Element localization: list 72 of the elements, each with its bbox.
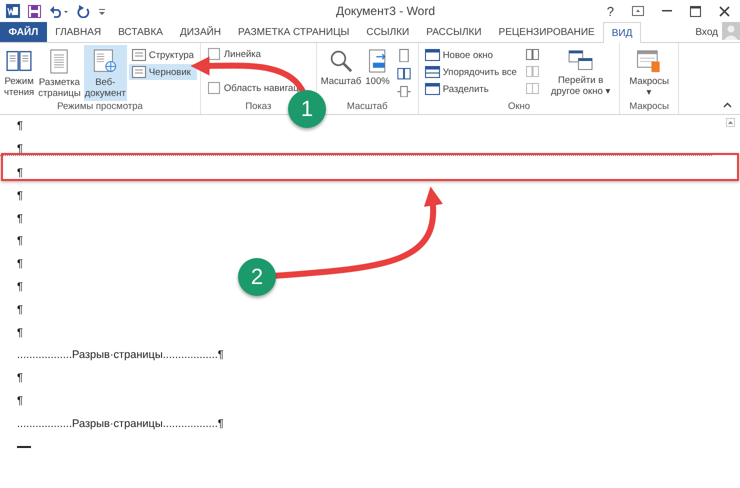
ribbon-tab[interactable]: РАЗМЕТКА СТРАНИЦЫ — [230, 22, 358, 42]
help-button[interactable]: ? — [606, 4, 614, 18]
one-page-icon[interactable] — [398, 49, 410, 62]
ribbon-tab[interactable]: РАССЫЛКИ — [418, 22, 490, 42]
paragraph-mark: ¶ — [17, 190, 23, 202]
ribbon-tab[interactable]: ВСТАВКА — [110, 22, 172, 42]
window-icon — [424, 83, 440, 95]
group-label: Показ — [245, 101, 272, 114]
ribbon-tab[interactable]: ВИД — [603, 22, 641, 43]
paragraph-mark: ¶ — [17, 235, 23, 248]
minimize-icon[interactable] — [662, 10, 672, 12]
page-break: ..................Разрыв·страницы..................¶ — [17, 349, 224, 362]
view-mode-button[interactable]: Режим чтения — [3, 45, 36, 101]
step-badge: 2 — [238, 258, 276, 296]
ribbon-tab[interactable]: РЕЦЕНЗИРОВАНИЕ — [490, 22, 604, 42]
ribbon-options-icon[interactable] — [632, 6, 644, 16]
window-title: Документ3 - Word — [336, 4, 436, 18]
file-tab[interactable]: ФАЙЛ — [0, 22, 47, 42]
page-zoom-icon — [367, 49, 388, 73]
web-page-icon — [92, 49, 118, 74]
close-icon[interactable] — [719, 6, 730, 16]
paragraph-mark: ¶ — [17, 212, 23, 225]
group-label: Макросы — [629, 101, 669, 114]
paragraph-mark: ¶ — [17, 280, 23, 293]
ribbon-tab[interactable]: ДИЗАЙН — [171, 22, 230, 42]
customize-icon[interactable] — [98, 7, 106, 15]
document-icon — [132, 66, 146, 78]
paragraph-mark: ¶ — [17, 326, 23, 339]
view-mode-button[interactable]: Структура — [128, 47, 197, 63]
windows-icon — [568, 50, 594, 72]
sign-in-link[interactable]: Вход — [691, 22, 722, 42]
document-icon — [132, 49, 146, 61]
paragraph-mark: ¶ — [17, 258, 23, 270]
group-label: Режимы просмотра — [57, 101, 143, 114]
scroll-up-icon[interactable] — [726, 118, 735, 127]
side-by-side-icon[interactable] — [526, 49, 539, 60]
end-of-document-mark — [17, 446, 31, 448]
book-icon — [6, 49, 32, 73]
paragraph-mark: ¶ — [17, 372, 23, 384]
page-break: ..................Разрыв·страницы..................¶ — [17, 418, 224, 430]
page-width-icon[interactable] — [396, 86, 411, 98]
ribbon-tab[interactable]: ССЫЛКИ — [358, 22, 418, 42]
group-label: Масштаб — [346, 101, 388, 114]
magnifier-icon — [329, 49, 353, 73]
window-icon — [424, 66, 440, 78]
view-mode-button[interactable]: Черновик — [128, 64, 197, 80]
zoom-button[interactable]: 100% — [364, 45, 391, 101]
collapse-ribbon-icon[interactable] — [723, 102, 732, 108]
paragraph-mark: ¶ — [17, 120, 23, 132]
paragraph-mark: ¶ — [17, 304, 23, 316]
word-icon[interactable] — [6, 4, 20, 18]
switch-windows-button[interactable]: Перейти в другое окно ▾ — [544, 45, 616, 101]
paragraph-mark: ¶ — [17, 143, 23, 156]
maximize-icon[interactable] — [690, 6, 701, 16]
paragraph-mark: ¶ — [17, 166, 23, 179]
redo-icon[interactable] — [77, 4, 90, 18]
window-command-button[interactable]: Новое окно — [422, 47, 520, 63]
window-icon — [424, 49, 440, 61]
two-pages-icon[interactable] — [396, 68, 411, 80]
window-command-button[interactable]: Разделить — [422, 81, 520, 97]
undo-icon[interactable] — [49, 4, 69, 18]
ribbon-tab[interactable]: ГЛАВНАЯ — [46, 22, 110, 42]
group-label: Окно — [508, 101, 530, 114]
view-mode-button[interactable]: Разметка страницы — [37, 45, 82, 101]
macros-button[interactable]: Макросы ▾ — [623, 45, 675, 101]
macro-icon — [636, 50, 662, 73]
save-icon[interactable] — [28, 4, 41, 18]
checkbox[interactable]: Линейка — [208, 48, 299, 60]
view-mode-button[interactable]: Веб- документ — [84, 45, 127, 101]
paragraph-mark: ¶ — [17, 394, 23, 407]
page-icon — [49, 49, 70, 74]
window-command-button[interactable]: Упорядочить все — [422, 64, 520, 80]
